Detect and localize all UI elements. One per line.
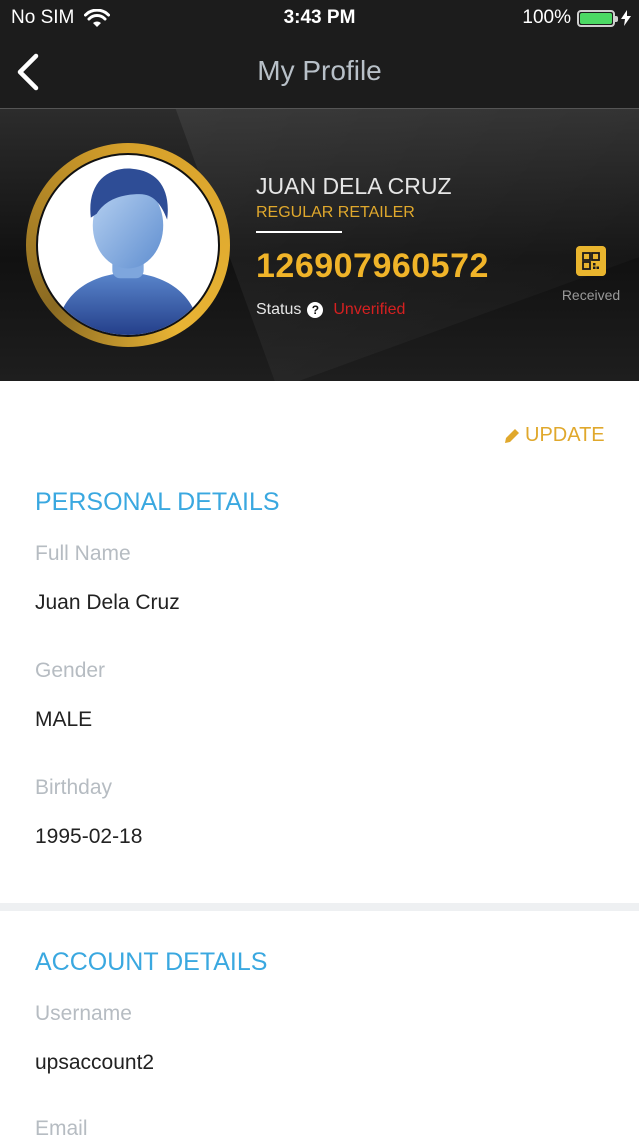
received-label: Received bbox=[561, 287, 621, 303]
avatar[interactable] bbox=[36, 153, 220, 337]
name-underline bbox=[256, 231, 342, 233]
help-icon[interactable]: ? bbox=[307, 302, 324, 318]
section-divider bbox=[0, 903, 639, 911]
battery-fill bbox=[580, 12, 612, 24]
user-silhouette-icon bbox=[55, 168, 201, 335]
status-right: 100% bbox=[522, 7, 631, 29]
status-bar: No SIM 3:43 PM 100% bbox=[0, 0, 639, 36]
charging-bolt-icon bbox=[621, 10, 631, 26]
profile-header: JUAN DELA CRUZ REGULAR RETAILER 12690796… bbox=[0, 109, 639, 381]
full-name-label: Full Name bbox=[35, 542, 131, 565]
header-shine bbox=[164, 109, 639, 381]
status-label: Status bbox=[256, 301, 302, 318]
status-value: Unverified bbox=[333, 301, 406, 318]
username-label: Username bbox=[35, 1002, 132, 1025]
gender-label: Gender bbox=[35, 659, 106, 682]
personal-details-title: PERSONAL DETAILS bbox=[35, 488, 280, 516]
status-row: Status ? Unverified bbox=[256, 301, 405, 319]
user-type: REGULAR RETAILER bbox=[256, 204, 415, 221]
birthday-label: Birthday bbox=[35, 776, 113, 799]
page-title: My Profile bbox=[257, 55, 382, 86]
battery-icon bbox=[577, 9, 618, 27]
navigation-bar: My Profile bbox=[0, 36, 639, 109]
user-name: JUAN DELA CRUZ bbox=[256, 173, 452, 199]
email-label: Email bbox=[35, 1117, 88, 1140]
gender-value: MALE bbox=[35, 708, 93, 731]
avatar-ring bbox=[26, 143, 230, 347]
account-details-title: ACCOUNT DETAILS bbox=[35, 948, 268, 976]
qr-code-icon bbox=[576, 246, 606, 276]
username-value: upsaccount2 bbox=[35, 1051, 155, 1074]
received-button[interactable]: Received bbox=[556, 246, 626, 303]
update-button[interactable]: UPDATE bbox=[502, 424, 605, 447]
pencil-icon bbox=[505, 428, 519, 443]
full-name-value: Juan Dela Cruz bbox=[35, 591, 180, 614]
account-number: 126907960572 bbox=[256, 247, 489, 285]
update-label: UPDATE bbox=[525, 424, 605, 446]
birthday-value: 1995-02-18 bbox=[35, 825, 143, 848]
battery-percent: 100% bbox=[522, 7, 571, 28]
